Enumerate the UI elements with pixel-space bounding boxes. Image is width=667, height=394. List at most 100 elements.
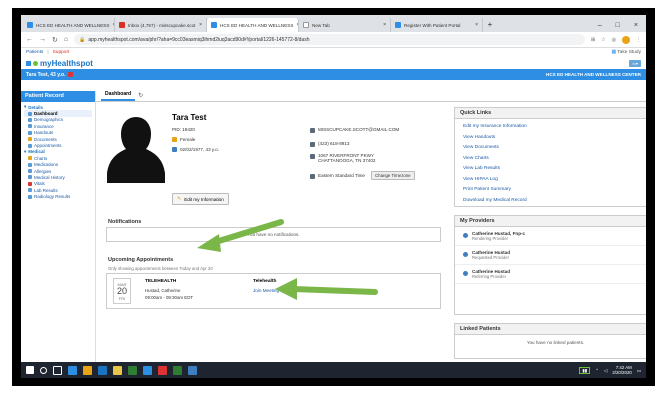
forward-icon[interactable]: →: [39, 36, 46, 43]
take-study-link[interactable]: ▦ Take Study: [611, 50, 641, 55]
close-tab-icon[interactable]: ×: [383, 22, 386, 28]
menu-icon[interactable]: ⋮: [636, 37, 641, 43]
close-tab-icon[interactable]: ×: [475, 22, 478, 28]
zoom-icon[interactable]: [188, 365, 197, 375]
app-logo[interactable]: myHealthspot: [26, 59, 93, 68]
chrome-icon[interactable]: [83, 365, 92, 375]
star-icon[interactable]: ☆: [601, 37, 605, 43]
folder-icon[interactable]: [113, 365, 122, 375]
sidebar-item-label: Allergies: [34, 168, 52, 174]
quick-link[interactable]: View HIPAA Log: [463, 175, 646, 186]
close-tab-icon[interactable]: ×: [199, 22, 202, 28]
close-window-icon[interactable]: ×: [634, 22, 638, 29]
sidebar-item-label: Medical: [28, 149, 45, 155]
sidebar-item-radiology-results[interactable]: Radiology Results: [24, 193, 92, 199]
clock-date: 3/20/2020: [612, 370, 632, 375]
home-icon[interactable]: ⌂: [64, 36, 68, 43]
clinic-name: HCS ED HEALTH AND WELLNESS CENTER: [546, 72, 641, 77]
edit-information-button[interactable]: ✎ Edit my Information: [172, 193, 229, 205]
maximize-icon[interactable]: □: [616, 22, 620, 29]
heart-icon: [28, 181, 32, 186]
bookmarks-bar: Patients | Support ▦ Take Study: [21, 48, 646, 57]
annotation-arrow-notifications: [197, 219, 284, 252]
appt-weekday: FRI: [118, 295, 126, 301]
profile-avatar[interactable]: [622, 35, 630, 44]
edit-button-label: Edit my Information: [184, 196, 224, 202]
notification-center-icon[interactable]: ▭: [637, 368, 641, 373]
dob-text: 02/02/1977, 43 y.o.: [180, 147, 219, 152]
main-tabs: Dashboard ↻: [96, 91, 646, 102]
quick-link[interactable]: View Documents: [463, 143, 646, 154]
insurance-icon: [28, 124, 32, 129]
url-field[interactable]: 🔒 app.myhealthspot.com/ava/phr/?aha=9cc0…: [74, 34, 585, 45]
battery-icon[interactable]: ▮▮: [579, 366, 591, 374]
reload-icon[interactable]: ↻: [52, 36, 58, 44]
edge-icon[interactable]: [98, 365, 107, 375]
clock[interactable]: 7:42 AM 3/20/2020: [612, 365, 632, 375]
browser-tab[interactable]: Inbox (4,757) - misscupcake.scot ×: [115, 18, 207, 32]
provider-item[interactable]: Catherine Hustad, Fnp-c Rendering Provide…: [455, 227, 646, 246]
provider-role: Referring Provider: [472, 274, 506, 279]
header-action-button[interactable]: ▭▾: [629, 59, 641, 67]
change-timezone-button[interactable]: Change Timezone: [370, 171, 415, 180]
start-icon[interactable]: [26, 366, 34, 374]
word-icon[interactable]: [143, 365, 152, 375]
quick-link[interactable]: Edit my Insurance Information: [463, 122, 646, 133]
logo-text: myHealthspot: [40, 58, 93, 68]
logo-square-icon: [26, 60, 31, 66]
browser-tab[interactable]: New Tab ×: [299, 18, 391, 32]
sidebar-item-label: Appointments: [34, 143, 62, 149]
linked-patients-empty: You have no linked patients.: [526, 340, 585, 345]
acrobat-icon[interactable]: [158, 365, 167, 375]
taskbar-app-icon[interactable]: [68, 365, 77, 375]
browser-tab-active[interactable]: HCS ED HEALTH AND WELLNESS ×: [207, 18, 299, 32]
quick-links-list: Edit my Insurance Information View Hando…: [455, 119, 646, 209]
account-icon[interactable]: ◎: [612, 37, 616, 43]
search-icon[interactable]: [40, 366, 47, 374]
quick-link[interactable]: Print Patient Summary: [463, 185, 646, 196]
extension-icon[interactable]: ⊞: [591, 37, 595, 43]
pencil-icon: ✎: [177, 196, 182, 202]
patient-card: Tara Test PID: 19420 Female 02/02/1977, …: [104, 105, 439, 205]
quick-link[interactable]: Download my Medical Record: [463, 196, 646, 207]
quick-link[interactable]: View Lab Results: [463, 164, 646, 175]
patient-banner-name: Tara Test, 43 y.o.: [26, 71, 66, 78]
provider-item[interactable]: Catherine Hustad Requested Provider: [455, 246, 646, 265]
pill-icon: [28, 162, 32, 167]
provider-item[interactable]: Catherine Hustad Referring Provider: [455, 265, 646, 284]
speaker-icon[interactable]: ◁: [604, 368, 607, 373]
quick-link[interactable]: View Handouts: [463, 133, 646, 144]
browser-tab[interactable]: HCS ED HEALTH AND WELLNESS ×: [23, 18, 115, 32]
provider-icon: [463, 252, 468, 257]
chrome-alt-icon[interactable]: [173, 365, 182, 375]
email-icon: [310, 128, 315, 133]
browser-tab[interactable]: Register With Patient Portal ×: [391, 18, 483, 32]
demographics-icon: [28, 117, 32, 122]
notifications-title: Notifications: [108, 219, 142, 225]
tab-label: Inbox (4,757) - misscupcake.scot: [128, 22, 196, 28]
bookmark-patients[interactable]: Patients: [26, 50, 43, 55]
url-text: app.myhealthspot.com/ava/phr/?aha=9cc03e…: [88, 36, 310, 43]
sidebar-item-label: Lab Results: [34, 187, 58, 193]
task-view-icon[interactable]: [53, 365, 62, 375]
browser-window: HCS ED HEALTH AND WELLNESS × Inbox (4,75…: [21, 15, 646, 378]
sidebar-item-label: Documents: [34, 136, 57, 142]
bookmark-support[interactable]: Support: [53, 50, 70, 55]
wifi-icon[interactable]: ⌃: [595, 368, 599, 373]
grid-icon: ▦: [611, 50, 617, 55]
patient-phone: (423) 618-8913: [310, 141, 349, 147]
excel-icon[interactable]: [128, 365, 137, 375]
minimize-icon[interactable]: –: [598, 22, 602, 29]
tab-dashboard[interactable]: Dashboard: [101, 91, 136, 101]
linked-patients-panel: Linked Patients You have no linked patie…: [454, 323, 646, 359]
upcoming-appointments-title: Upcoming Appointments: [108, 257, 174, 263]
quick-link[interactable]: View Charts: [463, 154, 646, 165]
folder-icon: [28, 137, 32, 142]
upcoming-subtitle: Only showing appointments between Today …: [108, 266, 213, 271]
sidebar-item-label: Charts: [34, 155, 48, 161]
refresh-icon[interactable]: ↻: [138, 92, 143, 101]
back-icon[interactable]: ←: [26, 36, 33, 43]
sidebar-item-label: Insurance: [34, 123, 54, 129]
phone-icon: [310, 142, 315, 147]
new-tab-button[interactable]: +: [483, 18, 497, 32]
